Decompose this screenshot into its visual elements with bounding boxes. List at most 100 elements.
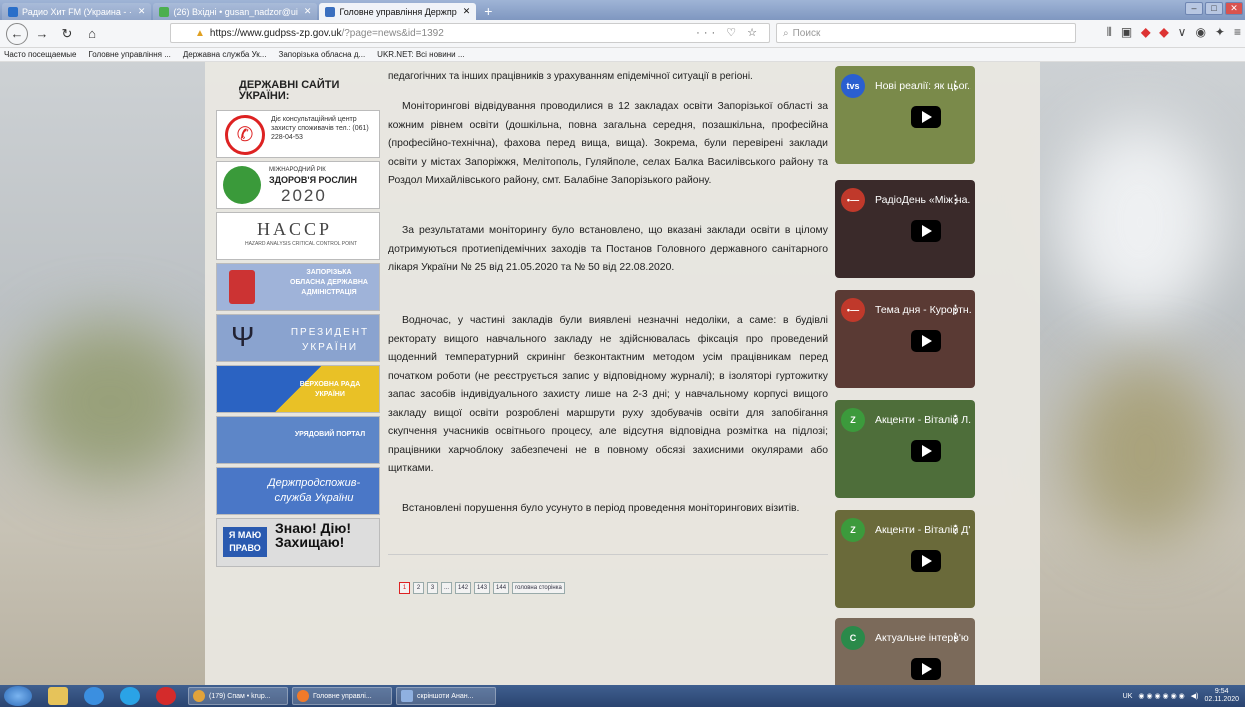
page-link[interactable]: 2 [413, 582, 424, 594]
more-icon[interactable]: ⋮ [950, 631, 961, 644]
page-link[interactable]: 143 [474, 582, 491, 594]
extension-icon[interactable]: ◆ [1159, 25, 1168, 40]
video-card[interactable]: •— Тема дня - Курортн... ⋮ [835, 290, 975, 388]
tab-close-icon[interactable]: ✕ [463, 6, 471, 17]
article-paragraph: Моніторингові відвідування проводилися в… [388, 101, 828, 186]
ie-icon[interactable] [84, 687, 104, 705]
divider [388, 554, 828, 555]
dpss-banner[interactable]: Держпродспожив-служба України [216, 467, 380, 515]
close-window-button[interactable]: ✕ [1225, 2, 1243, 15]
minimize-button[interactable]: – [1185, 2, 1203, 15]
tab-close-icon[interactable]: ✕ [138, 6, 146, 17]
plant-health-banner[interactable]: МІЖНАРОДНИЙ РІК ЗДОРОВ'Я РОСЛИН 2020 [216, 161, 380, 209]
haccp-banner[interactable]: HACCP HAZARD ANALYSIS CRITICAL CONTROL P… [216, 212, 380, 260]
home-page-link[interactable]: головна сторінка [512, 582, 565, 594]
oda-banner[interactable]: ЗАПОРІЗЬКА ОБЛАСНА ДЕРЖАВНА АДМІНІСТРАЦІ… [216, 263, 380, 311]
video-card[interactable]: Z Акценти - Віталій Л... ⋮ [835, 400, 975, 498]
more-icon[interactable]: ⋮ [950, 79, 961, 92]
extension-icon[interactable]: ◉ [1195, 25, 1205, 40]
video-card[interactable]: C Актуальне інтерв'ю ⋮ [835, 618, 975, 685]
back-icon[interactable]: ← [6, 22, 28, 45]
play-icon[interactable] [911, 658, 941, 680]
page-link[interactable]: 142 [455, 582, 472, 594]
page-actions-icon[interactable]: ··· ♡ ☆ [696, 26, 761, 39]
tab-label: Головне управління Держпр [339, 6, 457, 17]
video-card[interactable]: tvs Нові реалії: як цьог... ⋮ [835, 66, 975, 164]
language-indicator[interactable]: UK [1123, 693, 1133, 700]
tab-mail[interactable]: (26) Вхідні • gusan_nadzor@ui ✕ [153, 3, 318, 20]
bookmark-item[interactable]: Державна служба Ук... [183, 50, 267, 59]
banner-text: ЗДОРОВ'Я РОСЛИН [269, 175, 357, 185]
maximize-button[interactable]: □ [1205, 2, 1223, 15]
banner-text: ПРЕЗИДЕНТ УКРАЇНИ [290, 327, 370, 353]
page-link[interactable]: 3 [427, 582, 438, 594]
system-tray: UK ◉ ◉ ◉ ◉ ◉ ◉ ◀) 9:54 02.11.2020 [1123, 688, 1239, 704]
crest-icon [229, 270, 255, 304]
taskbar-item[interactable]: Головне управлі... [292, 687, 392, 705]
article-paragraph: За результатами моніторингу було встанов… [388, 225, 828, 273]
play-icon[interactable] [911, 330, 941, 352]
play-icon[interactable] [911, 106, 941, 128]
opera-icon[interactable] [156, 687, 176, 705]
tab-strip: Радио Хит FM (Украина - · ✕ (26) Вхідні •… [0, 0, 1245, 20]
video-card[interactable]: Z Акценти - Віталій Д'... ⋮ [835, 510, 975, 608]
pocket-icon[interactable]: ∨ [1178, 25, 1187, 40]
more-icon[interactable]: ⋮ [950, 193, 961, 206]
extension-icon[interactable]: ◆ [1141, 25, 1150, 40]
bookmark-item[interactable]: Запорізька обласна д... [278, 50, 365, 59]
president-banner[interactable]: Ψ ПРЕЗИДЕНТ УКРАЇНИ [216, 314, 380, 362]
tray-icons[interactable]: ◉ ◉ ◉ ◉ ◉ ◉ [1138, 692, 1184, 700]
consumer-center-banner[interactable]: ✆ Діє консультаційний центр захисту спож… [216, 110, 380, 158]
mail-favicon-icon [159, 6, 170, 17]
clock-date: 02.11.2020 [1204, 696, 1239, 703]
tab-close-icon[interactable]: ✕ [304, 6, 312, 17]
search-input[interactable]: ⌕ Поиск [776, 23, 1076, 43]
taskbar-item[interactable]: скріншоти Анан... [396, 687, 496, 705]
gov-portal-banner[interactable]: УРЯДОВИЙ ПОРТАЛ [216, 416, 380, 464]
url-bar[interactable]: ▲ https://www.gudpss-zp.gov.uk/?page=new… [170, 23, 770, 43]
channel-icon: •— [841, 298, 865, 322]
channel-icon: Z [841, 518, 865, 542]
channel-icon: •— [841, 188, 865, 212]
more-icon[interactable]: ⋮ [950, 303, 961, 316]
page-link[interactable]: 1 [399, 582, 410, 594]
bookmark-item[interactable]: Головне управління ... [88, 50, 170, 59]
video-card[interactable]: •— РадіоДень «Між на... ⋮ [835, 180, 975, 278]
folder-icon[interactable] [48, 687, 68, 705]
rada-banner[interactable]: ВЕРХОВНА РАДА УКРАЇНИ [216, 365, 380, 413]
tab-label: Радио Хит FM (Украина - · [22, 6, 132, 17]
reload-icon[interactable]: ↻ [56, 23, 78, 45]
search-placeholder: Поиск [792, 27, 821, 39]
banner-text: Держпродспожив-служба України [267, 477, 361, 504]
bookmark-item[interactable]: UKR.NET: Всі новини ... [377, 50, 464, 59]
play-icon[interactable] [911, 550, 941, 572]
page-link[interactable]: ... [441, 582, 453, 594]
banner-text: Діє консультаційний центр захисту спожив… [271, 116, 369, 141]
home-icon[interactable]: ⌂ [81, 23, 103, 45]
tab-active[interactable]: Головне управління Держпр ✕ [319, 3, 477, 20]
article-fragment: педагогічних та інших працівників з урах… [388, 71, 753, 82]
volume-icon[interactable]: ◀) [1191, 692, 1199, 700]
sidebar-icon[interactable]: ▣ [1121, 25, 1132, 40]
menu-icon[interactable]: ≡ [1234, 25, 1241, 40]
page-link[interactable]: 144 [493, 582, 510, 594]
search-app-icon[interactable] [120, 687, 140, 705]
banner-text: МІЖНАРОДНИЙ РІК [269, 167, 326, 173]
play-icon[interactable] [911, 440, 941, 462]
tab-radio[interactable]: Радио Хит FM (Украина - · ✕ [2, 3, 152, 20]
clock[interactable]: 9:54 02.11.2020 [1204, 688, 1239, 704]
addons-icon[interactable]: ✦ [1215, 25, 1225, 40]
more-icon[interactable]: ⋮ [950, 413, 961, 426]
channel-icon: Z [841, 408, 865, 432]
play-icon[interactable] [911, 220, 941, 242]
banner-text: 2020 [281, 186, 327, 205]
tab-label: (26) Вхідні • gusan_nadzor@ui [173, 6, 298, 17]
rights-banner[interactable]: Я МАЮ ПРАВО Знаю! Дію! Захищаю! [216, 518, 380, 567]
bookmark-item[interactable]: Часто посещаемые [4, 50, 76, 59]
library-icon[interactable]: ⫴ [1107, 25, 1112, 40]
more-icon[interactable]: ⋮ [950, 523, 961, 536]
start-button[interactable] [4, 686, 32, 706]
new-tab-icon[interactable]: + [484, 3, 492, 20]
forward-icon[interactable]: → [31, 23, 53, 45]
taskbar-item[interactable]: (179) Спам • krup... [188, 687, 288, 705]
